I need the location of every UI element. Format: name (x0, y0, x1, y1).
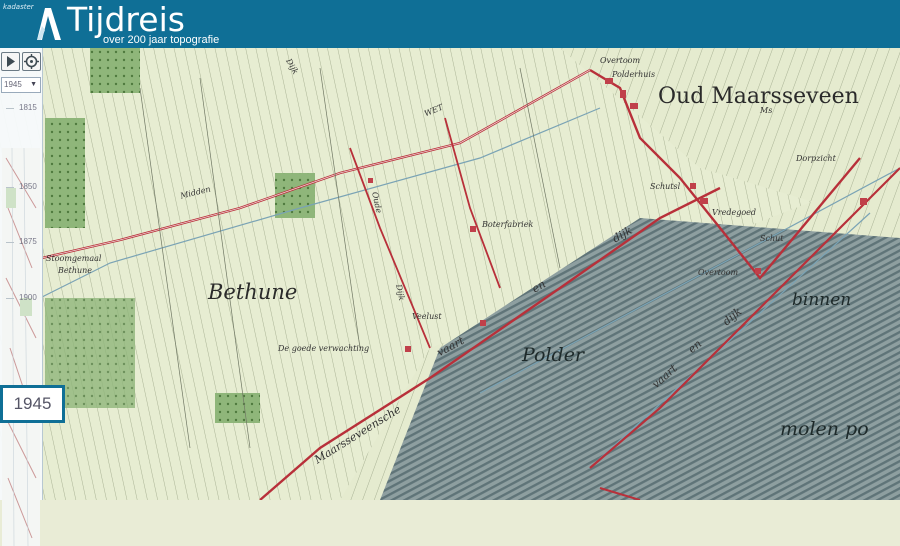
map-label-dorpzicht: Dorpzicht (796, 154, 836, 163)
map-label-overtoom-north: Overtoom (600, 56, 641, 65)
locate-button[interactable] (22, 52, 41, 71)
map-label-overtoom-south: Overtoom (698, 268, 739, 277)
current-year-badge[interactable]: 1945 (0, 385, 65, 423)
historic-map[interactable]: Oud Maarsseveen Bethune Polder molen po … (0, 48, 900, 500)
map-label-bethune-small: Bethune (58, 266, 93, 275)
app-subtitle: over 200 jaar topografie (103, 34, 220, 46)
chevron-down-icon: ▼ (30, 81, 37, 88)
kadaster-brand: kadaster (3, 3, 34, 11)
year-select-value: 1945 (4, 80, 22, 89)
map-label-stoomgemaal: Stoomgemaal (46, 254, 102, 263)
map-label-bethune: Bethune (208, 280, 298, 304)
map-label-boterfabriek: Boterfabriek (482, 220, 534, 229)
map-label-molen-po: molen po (780, 418, 869, 440)
map-label-vredegoed: Vredegoed (712, 208, 756, 217)
year-select[interactable]: 1945 ▼ (1, 77, 41, 93)
locate-icon (24, 54, 39, 69)
map-label-binnen: binnen (792, 290, 852, 310)
map-label-oud-maarsseveen: Oud Maarsseveen (658, 84, 859, 109)
app-header: kadaster Tijdreis over 200 jaar topograf… (0, 0, 900, 48)
map-label-schutsl: Schutsl (650, 182, 681, 191)
play-button[interactable] (1, 52, 20, 71)
map-label-veelust: Veelust (412, 312, 442, 321)
map-label-polder: Polder (522, 344, 585, 366)
map-label-schut: Schut (760, 234, 784, 243)
map-label-de-goede-verwachting: De goede verwachting (278, 344, 370, 353)
timeline-map-thumbnails (2, 148, 40, 546)
map-label-ms: Ms (760, 106, 773, 115)
timeline-panel (0, 48, 43, 546)
map-label-polderhuis: Polderhuis (612, 70, 656, 79)
tijdreis-logo-icon (37, 8, 61, 40)
play-icon (7, 56, 15, 67)
